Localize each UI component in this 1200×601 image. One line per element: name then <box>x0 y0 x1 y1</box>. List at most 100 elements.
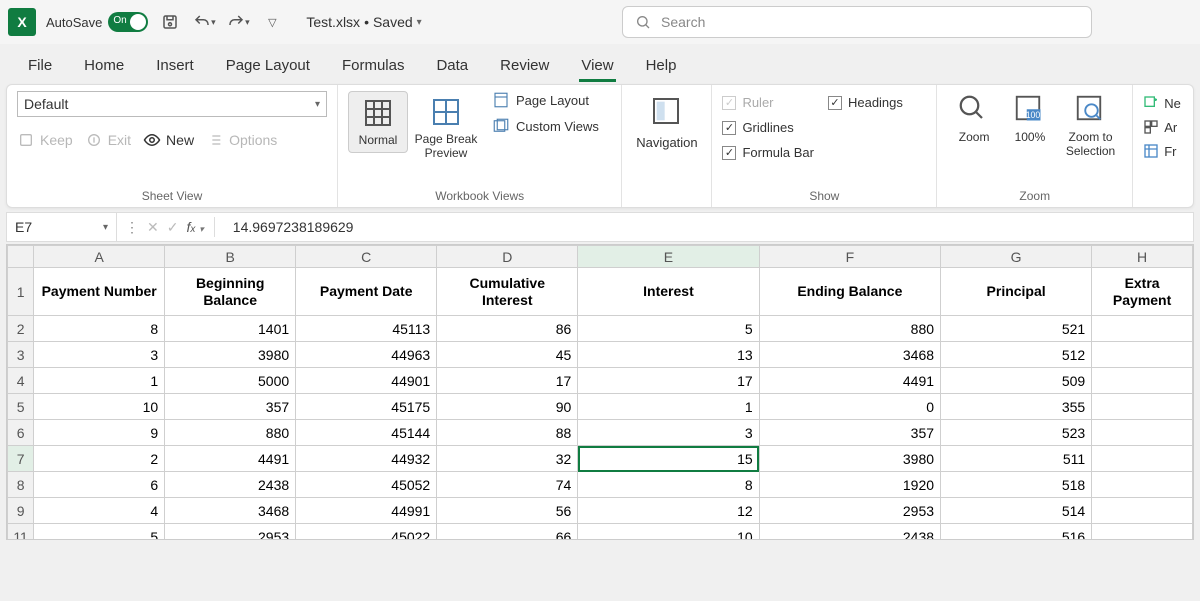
col-header-G[interactable]: G <box>941 246 1092 268</box>
page-break-button[interactable]: Page Break Preview <box>410 91 482 165</box>
cell[interactable]: 357 <box>759 420 940 446</box>
cell[interactable] <box>1092 368 1193 394</box>
cell[interactable]: 516 <box>941 524 1092 541</box>
tab-data[interactable]: Data <box>420 49 484 84</box>
cell[interactable]: 511 <box>941 446 1092 472</box>
cell[interactable]: 45144 <box>296 420 437 446</box>
row-header[interactable]: 11 <box>8 524 34 541</box>
row-header[interactable]: 4 <box>8 368 34 394</box>
cell[interactable]: 3 <box>34 342 165 368</box>
cell[interactable]: 2438 <box>759 524 940 541</box>
cell[interactable]: 5 <box>578 316 759 342</box>
cell[interactable] <box>1092 394 1193 420</box>
normal-view-button[interactable]: Normal <box>348 91 408 153</box>
tab-review[interactable]: Review <box>484 49 565 84</box>
cell[interactable]: 2 <box>34 446 165 472</box>
cell[interactable]: 74 <box>437 472 578 498</box>
cell[interactable]: 1 <box>34 368 165 394</box>
cell[interactable]: 8 <box>34 316 165 342</box>
undo-icon[interactable]: ▾ <box>192 10 216 34</box>
spreadsheet-grid[interactable]: ABCDEFGH1Payment NumberBeginning Balance… <box>6 244 1194 540</box>
cell[interactable]: Ending Balance <box>759 268 940 316</box>
col-header-F[interactable]: F <box>759 246 940 268</box>
search-input[interactable]: Search <box>622 6 1092 38</box>
row-header[interactable]: 3 <box>8 342 34 368</box>
cell[interactable]: 523 <box>941 420 1092 446</box>
redo-icon[interactable]: ▾ <box>226 10 250 34</box>
cell[interactable] <box>1092 420 1193 446</box>
col-header-D[interactable]: D <box>437 246 578 268</box>
freeze-button[interactable]: Fr <box>1143 143 1176 159</box>
cell[interactable]: 45022 <box>296 524 437 541</box>
cell[interactable]: 5 <box>34 524 165 541</box>
cell[interactable]: 4491 <box>759 368 940 394</box>
cell[interactable]: 521 <box>941 316 1092 342</box>
cell[interactable]: 90 <box>437 394 578 420</box>
filename-area[interactable]: Test.xlsx • Saved ▾ <box>306 14 421 30</box>
cell[interactable]: 6 <box>34 472 165 498</box>
cell[interactable]: 45052 <box>296 472 437 498</box>
cell[interactable]: Extra Payment <box>1092 268 1193 316</box>
cell[interactable]: 4 <box>34 498 165 524</box>
row-header[interactable]: 2 <box>8 316 34 342</box>
cell[interactable]: 1401 <box>165 316 296 342</box>
cell[interactable]: 12 <box>578 498 759 524</box>
cell[interactable]: 10 <box>34 394 165 420</box>
cell[interactable]: 44932 <box>296 446 437 472</box>
cell[interactable]: 1920 <box>759 472 940 498</box>
save-icon[interactable] <box>158 10 182 34</box>
cell[interactable] <box>1092 524 1193 541</box>
row-header[interactable]: 5 <box>8 394 34 420</box>
cell[interactable]: 2438 <box>165 472 296 498</box>
cell[interactable]: 13 <box>578 342 759 368</box>
cell[interactable]: 32 <box>437 446 578 472</box>
cell[interactable]: 509 <box>941 368 1092 394</box>
new-window-button[interactable]: Ne <box>1143 95 1181 111</box>
navigation-button[interactable]: Navigation <box>632 91 701 150</box>
cell[interactable]: 3980 <box>165 342 296 368</box>
cell[interactable]: 3980 <box>759 446 940 472</box>
tab-page-layout[interactable]: Page Layout <box>210 49 326 84</box>
cell[interactable]: Interest <box>578 268 759 316</box>
col-header-H[interactable]: H <box>1092 246 1193 268</box>
name-box[interactable]: E7 ▾ <box>7 213 117 241</box>
cell[interactable]: 45 <box>437 342 578 368</box>
zoom-button[interactable]: Zoom <box>947 93 1001 145</box>
row-header[interactable]: 6 <box>8 420 34 446</box>
zoom-100-button[interactable]: 100 100% <box>1003 93 1057 145</box>
cell[interactable]: Payment Date <box>296 268 437 316</box>
cell[interactable]: 3 <box>578 420 759 446</box>
sheet-view-select[interactable]: Default ▾ <box>17 91 327 117</box>
cell[interactable]: 518 <box>941 472 1092 498</box>
col-header-E[interactable]: E <box>578 246 759 268</box>
tab-home[interactable]: Home <box>68 49 140 84</box>
zoom-to-selection-button[interactable]: Zoom to Selection <box>1059 93 1122 159</box>
cell[interactable]: 4491 <box>165 446 296 472</box>
qat-dropdown-icon[interactable]: ▽ <box>260 10 284 34</box>
cell[interactable]: 1 <box>578 394 759 420</box>
enter-icon[interactable]: ✓ <box>167 219 179 236</box>
cell[interactable]: 17 <box>437 368 578 394</box>
cell[interactable]: 17 <box>578 368 759 394</box>
toggle-switch[interactable]: On <box>108 12 148 32</box>
cell[interactable]: 512 <box>941 342 1092 368</box>
cell[interactable]: 2953 <box>165 524 296 541</box>
cell[interactable] <box>1092 472 1193 498</box>
cell[interactable]: Payment Number <box>34 268 165 316</box>
cell[interactable]: 880 <box>759 316 940 342</box>
page-layout-button[interactable]: Page Layout <box>492 91 599 109</box>
cell[interactable] <box>1092 316 1193 342</box>
formula-bar-checkbox[interactable]: ✓Formula Bar <box>722 145 814 160</box>
cell[interactable]: 44901 <box>296 368 437 394</box>
custom-views-button[interactable]: Custom Views <box>492 117 599 135</box>
cell[interactable]: 5000 <box>165 368 296 394</box>
cell[interactable]: 8 <box>578 472 759 498</box>
col-header-B[interactable]: B <box>165 246 296 268</box>
cell[interactable]: 3468 <box>759 342 940 368</box>
cell[interactable]: 10 <box>578 524 759 541</box>
row-header[interactable]: 9 <box>8 498 34 524</box>
arrange-button[interactable]: Ar <box>1143 119 1177 135</box>
cell[interactable]: 2953 <box>759 498 940 524</box>
formula-input[interactable]: 14.9697238189629 <box>233 219 354 235</box>
headings-checkbox[interactable]: ✓Headings <box>828 95 903 110</box>
